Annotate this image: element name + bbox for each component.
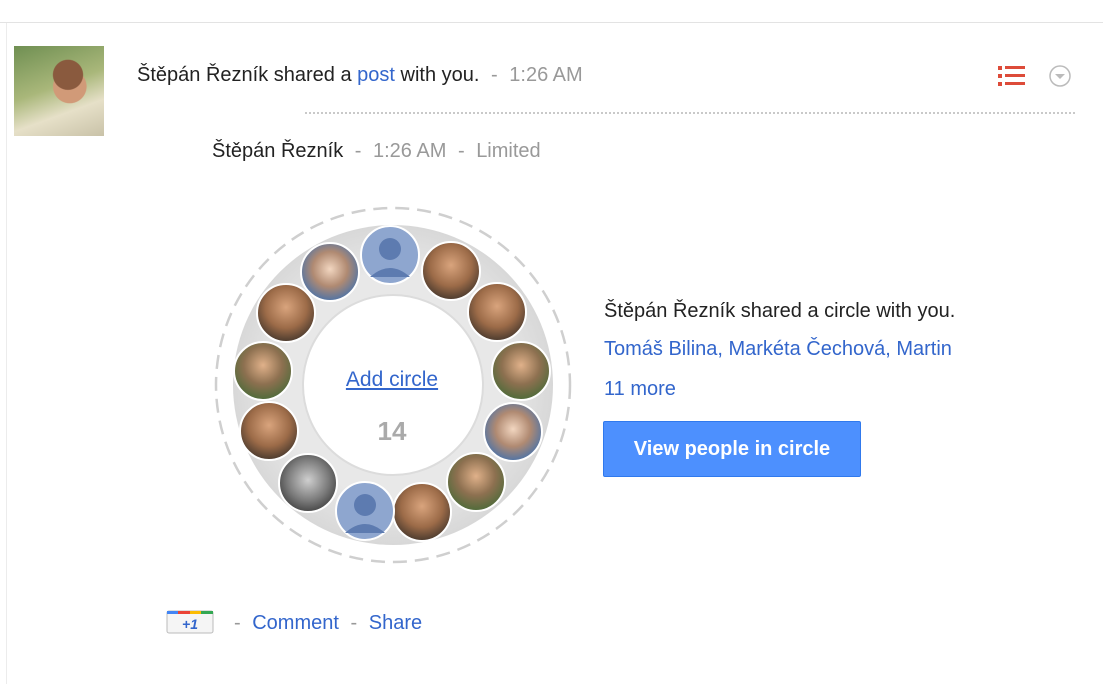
top-divider [0, 22, 1103, 23]
member-avatar[interactable] [467, 282, 527, 342]
view-people-button[interactable]: View people in circle [603, 421, 861, 477]
member-avatar[interactable] [491, 341, 551, 401]
shared-text: shared a [273, 64, 352, 86]
circle-share-description: Štěpán Řezník shared a circle with you. [604, 300, 956, 322]
member-avatar[interactable] [483, 402, 543, 462]
member-avatar[interactable] [278, 453, 338, 513]
member-avatar[interactable] [239, 401, 299, 461]
separator: - [234, 612, 241, 634]
post-link[interactable]: post [357, 64, 395, 86]
svg-text:+1: +1 [182, 616, 198, 632]
member-avatar-placeholder[interactable] [335, 481, 395, 541]
member-avatar[interactable] [256, 283, 316, 343]
separator: - [350, 612, 358, 634]
member-avatar[interactable] [233, 341, 293, 401]
more-members-link[interactable]: 11 more [604, 378, 676, 401]
sub-time[interactable]: 1:26 AM [373, 140, 446, 162]
comment-link[interactable]: Comment [252, 612, 339, 634]
list-menu-icon[interactable] [998, 64, 1028, 88]
chevron-down-icon[interactable] [1048, 64, 1072, 88]
plus-one-icon[interactable]: +1 [166, 610, 214, 634]
author-avatar[interactable] [14, 46, 104, 136]
post-header: Štěpán Řezník shared a post with you. - … [137, 64, 583, 87]
separator: - [491, 64, 498, 86]
add-circle-link[interactable]: Add circle [312, 368, 472, 392]
share-link[interactable]: Share [369, 612, 422, 634]
left-border [6, 23, 7, 684]
visibility-label[interactable]: Limited [476, 140, 540, 162]
post-actions: - Comment - Share [228, 612, 422, 635]
separator: - [457, 140, 465, 162]
member-avatar[interactable] [300, 242, 360, 302]
member-avatar[interactable] [421, 241, 481, 301]
separator: - [354, 140, 362, 162]
post-time[interactable]: 1:26 AM [509, 64, 582, 86]
member-avatar[interactable] [392, 482, 452, 542]
member-avatar[interactable] [446, 452, 506, 512]
author-name[interactable]: Štěpán Řezník [137, 64, 268, 86]
post-subheader: Štěpán Řezník - 1:26 AM - Limited [212, 140, 541, 163]
member-avatar-placeholder[interactable] [360, 225, 420, 285]
sub-author-name[interactable]: Štěpán Řezník [212, 140, 343, 162]
circle-member-names[interactable]: Tomáš Bilina, Markéta Čechová, Martin [604, 338, 952, 361]
with-you-text: with you. [400, 64, 480, 86]
circle-member-count: 14 [377, 416, 407, 446]
header-separator [305, 112, 1075, 114]
